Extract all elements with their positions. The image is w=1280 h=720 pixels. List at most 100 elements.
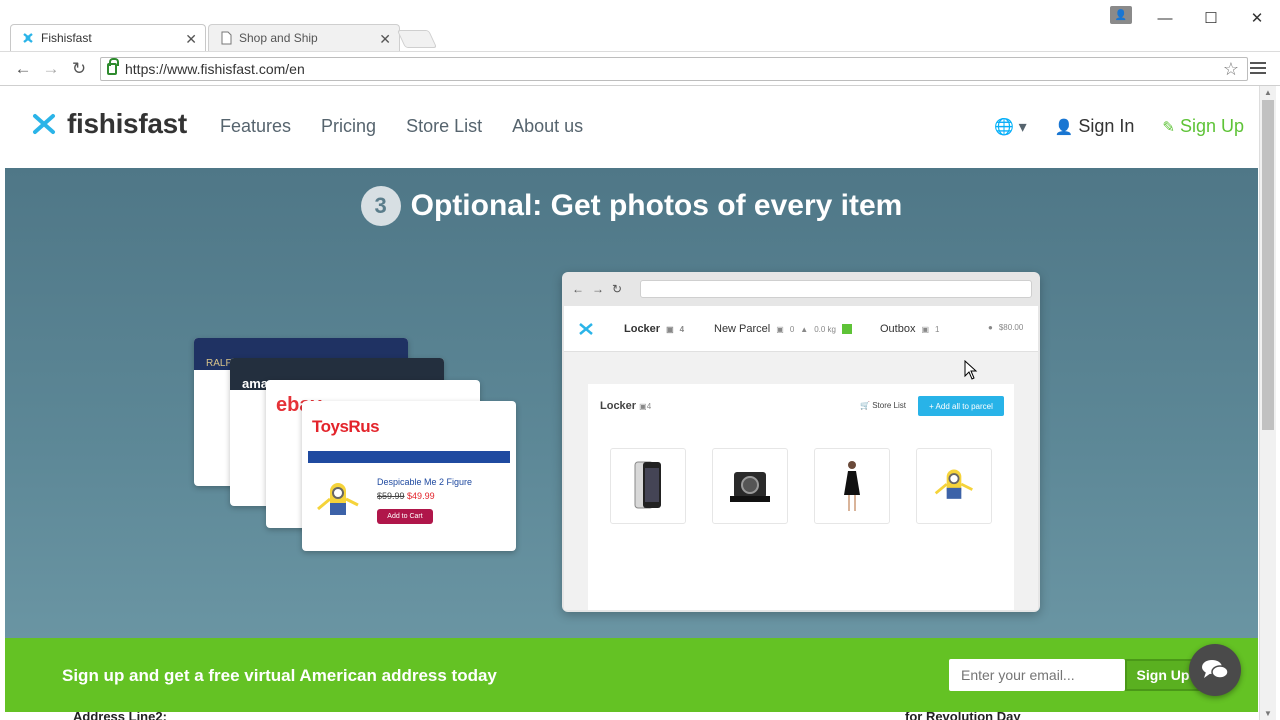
mock-app-page: Locker ▣ 4 New Parcel ▣ 0 ▲ 0.0 kg Outbox ▣…	[564, 306, 1038, 610]
mock-item-minion	[916, 448, 992, 524]
box-icon: ▣	[639, 402, 647, 411]
globe-icon: 🌐	[994, 118, 1015, 136]
main-nav: Features Pricing Store List About us	[220, 116, 583, 137]
minion-figure-icon	[317, 483, 359, 515]
mock-tab-label: Outbox	[880, 323, 916, 335]
back-arrow-icon[interactable]: ←	[12, 58, 34, 80]
new-tab-button[interactable]	[396, 30, 438, 48]
back-arrow-icon: ←	[572, 282, 584, 296]
store-list-label: Store List	[872, 401, 906, 410]
nav-features[interactable]: Features	[220, 116, 291, 137]
close-tab-icon[interactable]: ✕	[185, 31, 197, 48]
close-tab-icon[interactable]: ✕	[379, 31, 391, 48]
tab-title: Shop and Ship	[239, 31, 318, 45]
peek-right-text: for Revolution Day	[905, 712, 1021, 720]
tab-fishisfast[interactable]: Fishisfast ✕	[10, 24, 206, 51]
box-icon: ▣	[921, 324, 930, 334]
scroll-up-arrow-icon[interactable]: ▲	[1264, 88, 1272, 97]
close-window-icon[interactable]: ✕	[1234, 0, 1280, 36]
mock-tab-new-parcel: New Parcel ▣ 0 ▲ 0.0 kg	[714, 323, 852, 335]
page-content-peek: Address Line2: for Revolution Day	[5, 712, 1258, 720]
logo[interactable]: fishisfast	[31, 108, 187, 140]
address-bar[interactable]: https://www.fishisfast.com/en ☆	[100, 57, 1248, 81]
nav-pricing[interactable]: Pricing	[321, 116, 376, 137]
tab-title: Fishisfast	[41, 31, 92, 45]
mock-browser-nav: ← → ↻	[572, 282, 622, 296]
dress-icon	[844, 461, 860, 511]
email-input[interactable]	[949, 659, 1125, 691]
mock-item-dress	[814, 448, 890, 524]
hero-title: Optional: Get photos of every item	[410, 189, 903, 222]
url-text: https://www.fishisfast.com/en	[125, 61, 305, 77]
mock-item-iphone	[610, 448, 686, 524]
browser-toolbar: ← → ↻ https://www.fishisfast.com/en ☆	[0, 52, 1280, 86]
site-header: fishisfast Features Pricing Store List A…	[5, 86, 1258, 168]
reload-icon[interactable]: ↻	[68, 58, 90, 80]
mock-locker-panel: Locker ▣4 🛒 Store List + Add all to parc…	[588, 384, 1014, 610]
mock-tab-label: Locker	[624, 323, 661, 335]
box-icon: ▣	[666, 324, 674, 334]
forward-arrow-icon: →	[592, 282, 604, 296]
old-price: $59.99	[377, 491, 405, 501]
mock-tab-label: New Parcel	[714, 323, 771, 335]
fishisfast-logo-icon	[579, 323, 593, 335]
chat-widget-button[interactable]	[1189, 644, 1241, 696]
nav-store-list[interactable]: Store List	[406, 116, 482, 137]
balance-value: $80.00	[998, 323, 1024, 332]
tab-shop-and-ship[interactable]: Shop and Ship ✕	[208, 24, 400, 51]
minion-figure-icon	[934, 469, 973, 499]
fishisfast-favicon-icon	[23, 33, 33, 43]
store-nav-bar	[308, 451, 510, 463]
peek-left-text: Address Line2:	[73, 712, 167, 720]
mock-address-bar	[640, 280, 1032, 298]
product-name: Despicable Me 2 Figure	[377, 477, 473, 487]
user-icon: 👤	[1054, 119, 1074, 136]
reload-icon: ↻	[612, 282, 623, 296]
sign-in-label: Sign In	[1078, 116, 1135, 136]
mock-tab-badge: 1	[935, 324, 940, 334]
forward-arrow-icon[interactable]: →	[40, 58, 62, 80]
step-number: 3	[360, 186, 401, 226]
sign-up-link[interactable]: ✎ Sign Up	[1162, 116, 1244, 137]
camera-icon	[730, 472, 770, 502]
window-controls: — ☐ ✕	[1142, 0, 1280, 36]
scroll-down-arrow-icon[interactable]: ▼	[1264, 709, 1272, 718]
scrollbar-thumb[interactable]	[1262, 100, 1274, 430]
panel-title-text: Locker	[600, 400, 637, 412]
sign-in-link[interactable]: 👤 Sign In	[1055, 116, 1135, 137]
caret-down-icon: ▾	[1014, 118, 1027, 136]
mock-app-header: Locker ▣ 4 New Parcel ▣ 0 ▲ 0.0 kg Outbox ▣…	[564, 306, 1038, 352]
language-selector[interactable]: 🌐 ▾	[994, 117, 1026, 137]
hero-heading: 3 Optional: Get photos of every item	[5, 186, 1258, 226]
product-card-toysrus: ToysRus Despicable Me 2 Figure $59.99 $4…	[302, 401, 516, 551]
fishisfast-logo-icon	[33, 114, 55, 134]
maximize-icon[interactable]: ☐	[1188, 0, 1234, 36]
mock-tab-outbox: Outbox ▣ 1	[880, 323, 939, 335]
account-nav: 🌐 ▾ 👤 Sign In ✎ Sign Up	[994, 116, 1244, 137]
edit-icon: ✎	[1162, 119, 1175, 136]
mock-tab-badge: 4	[679, 324, 685, 334]
hero-section: 3 Optional: Get photos of every item RAL…	[5, 168, 1258, 638]
status-green-icon	[841, 324, 852, 334]
mock-tab-locker: Locker ▣ 4	[624, 323, 684, 335]
add-to-cart-button[interactable]: Add to Cart	[377, 509, 433, 524]
new-price: $49.99	[407, 491, 435, 501]
cta-text: Sign up and get a free virtual American …	[62, 666, 497, 685]
browser-tab-bar: Fishisfast ✕ Shop and Ship ✕ 👤 — ☐ ✕	[0, 0, 1280, 52]
profile-icon[interactable]: 👤	[1110, 6, 1132, 24]
box-icon: ▣	[776, 324, 784, 334]
nav-about-us[interactable]: About us	[512, 116, 583, 137]
browser-menu-icon[interactable]	[1250, 60, 1266, 76]
mock-store-list-link: 🛒 Store List	[860, 401, 906, 410]
chat-bubbles-icon	[1202, 660, 1229, 679]
minimize-icon[interactable]: —	[1142, 0, 1188, 36]
toysrus-logo: ToysRus	[312, 417, 380, 436]
page-icon	[221, 31, 232, 45]
panel-badge: 4	[646, 402, 652, 411]
cart-icon: 🛒	[860, 401, 870, 410]
bookmark-star-icon[interactable]: ☆	[1223, 59, 1239, 80]
page-scrollbar[interactable]: ▲ ▼	[1259, 86, 1276, 720]
mock-add-all-button: + Add all to parcel	[918, 396, 1004, 416]
product-price: $59.99 $49.99	[377, 491, 435, 501]
logo-text: fishisfast	[67, 108, 187, 139]
